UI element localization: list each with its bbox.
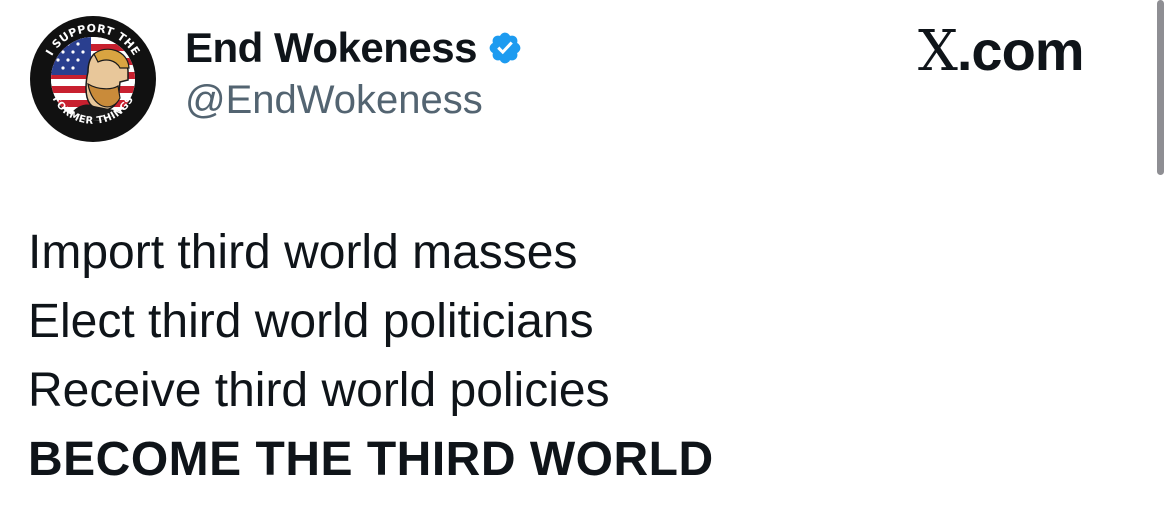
avatar-bearded-man-flag-icon: I SUPPORT THE FORMER THINGS	[30, 16, 156, 142]
verified-badge-icon[interactable]	[487, 30, 523, 66]
tweet-text: Import third world masses Elect third wo…	[28, 218, 714, 494]
scrollbar-thumb[interactable]	[1157, 0, 1164, 175]
author-display-name[interactable]: End Wokeness	[185, 24, 477, 72]
avatar[interactable]: I SUPPORT THE FORMER THINGS	[28, 14, 158, 144]
tweet-emphasis-line: BECOME THE THIRD WORLD	[28, 433, 714, 486]
tweet-author: End Wokeness @EndWokeness	[185, 22, 523, 123]
author-name-row: End Wokeness	[185, 22, 523, 74]
tweet-line: Import third world masses	[28, 226, 578, 279]
tweet-line: Receive third world policies	[28, 364, 610, 417]
tweet-line: Elect third world politicians	[28, 295, 594, 348]
x-logo-icon: X	[918, 19, 958, 84]
x-brand-logo: X.com	[918, 18, 1085, 84]
brand-domain-suffix: .com	[956, 19, 1085, 82]
author-handle[interactable]: @EndWokeness	[185, 78, 523, 123]
